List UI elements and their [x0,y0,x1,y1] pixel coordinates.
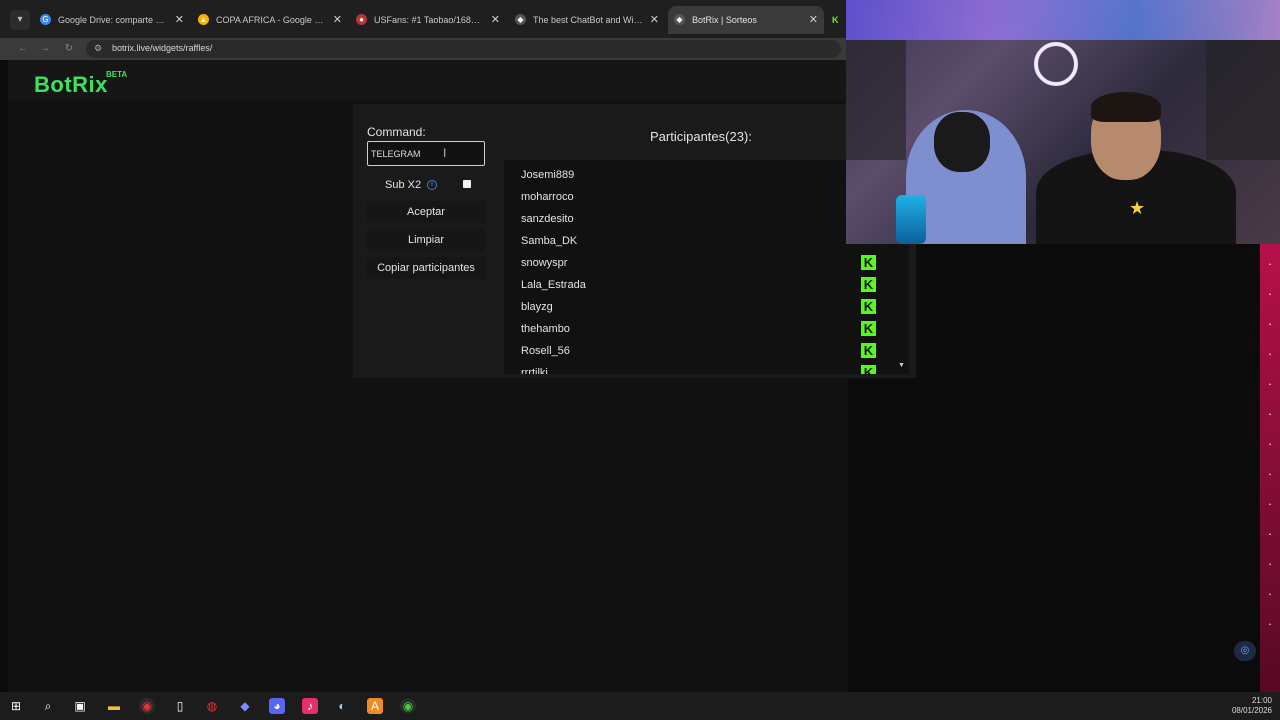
tab-search-button[interactable]: ▾ [10,10,30,30]
copy-participants-button[interactable]: Copiar participantes [367,257,485,279]
participant-name: Lala_Estrada [521,279,586,291]
tab-google-drive[interactable]: G Google Drive: comparte archivos ✕ [34,6,190,34]
tab-botrix-chatbot[interactable]: ◆ The best ChatBot and Widgets f ✕ [509,6,665,34]
app-icon[interactable]: ◆ [237,698,253,714]
ring-light [1034,42,1078,86]
start-icon[interactable]: ⊞ [8,698,24,714]
microphone [896,195,926,244]
search-icon[interactable]: ⌕ [40,698,56,714]
obs-icon[interactable]: ◍ [204,698,220,714]
tab-copa-africa[interactable]: ▲ COPA AFRICA - Google Drive ✕ [192,6,348,34]
participant-name: Rosell_56 [521,345,570,357]
botrix-icon: ◆ [674,14,685,25]
participant-name: Samba_DK [521,235,578,247]
kick-icon: K [861,343,876,358]
close-icon[interactable]: ✕ [491,6,500,34]
chrome-icon[interactable]: ◉ [139,698,155,714]
raffle-panel: Command: I Sub X2 i Aceptar Limpiar Copi… [353,104,916,378]
command-label: Command: [367,125,426,139]
app-icon[interactable]: A [367,698,383,714]
command-input[interactable] [367,141,485,166]
drive-icon: ▲ [198,14,209,25]
streamer-right-hair [1091,92,1161,122]
tiktok-icon[interactable]: ♪ [302,698,318,714]
participant-name: Josemi889 [521,169,575,181]
kick-icon: K [861,255,876,270]
clothing-rack [1206,40,1280,160]
scroll-down-icon[interactable]: ▼ [898,362,905,369]
google-icon: G [40,14,51,25]
system-clock[interactable]: 21:00 08/01/2026 [1232,696,1272,716]
clothing-rack [846,40,906,160]
close-icon[interactable]: ✕ [809,6,818,34]
webcam-overlay: ★ [846,0,1280,244]
clock-time: 21:00 [1251,696,1272,705]
clear-button[interactable]: Limpiar [367,229,485,251]
beta-badge: BETA [106,70,128,79]
back-icon[interactable]: ← [16,42,30,56]
text-cursor-icon: I [443,146,447,160]
steam-icon[interactable]: ◐ [334,698,350,714]
taskbar: ⊞ ⌕ ▣ ▬ ◉ ▯ ◍ ◆ ◕ ♪ ◐ A ◉ 21:00 08/01/20… [0,692,1280,720]
tab-title: The best ChatBot and Widgets f [533,15,643,25]
tab-title: Google Drive: comparte archivos [58,15,168,25]
reload-icon[interactable]: ↻ [62,42,76,56]
participant-name: rrrtilki [521,367,548,374]
tab-botrix-sorteos[interactable]: ◆ BotRix | Sorteos ✕ [668,6,824,34]
url-text: botrix.live/widgets/raffles/ [112,43,213,53]
participants-title: Participantes(23): [650,129,752,144]
file-icon[interactable]: ▯ [172,698,188,714]
sub-x2-label: Sub X2 [385,179,422,191]
tab-title: USFans: #1 Taobao/1688/Weidi [374,15,484,25]
botrix-icon: ◆ [515,14,526,25]
streamer-left-head [934,112,990,172]
close-icon[interactable]: ✕ [650,6,659,34]
tab-title: BotRix | Sorteos [692,15,757,25]
task-view-icon[interactable]: ▣ [72,698,88,714]
usfans-icon: ● [356,14,367,25]
chat-widget-icon[interactable]: ◎ [1234,641,1256,661]
participant-name: sanzdesito [521,213,574,225]
led-lights [846,0,1280,40]
clock-date: 08/01/2026 [1231,706,1272,715]
accept-button[interactable]: Aceptar [367,201,485,223]
participant-name: blayzg [521,301,553,313]
folder-icon[interactable]: ▬ [106,698,122,714]
tab-title: COPA AFRICA - Google Drive [216,15,326,25]
url-field[interactable]: ⚙ botrix.live/widgets/raffles/ [86,40,841,58]
sparkle-dots: • • • • • • • • • • • • • [1269,262,1271,628]
participant-name: moharroco [521,191,574,203]
discord-icon[interactable]: ◕ [269,698,285,714]
kick-icon: K [861,299,876,314]
close-icon[interactable]: ✕ [333,6,342,34]
chrome-icon[interactable]: ◉ [400,698,416,714]
participant-name: snowyspr [521,257,568,269]
botrix-logo[interactable]: BotRix [34,72,108,98]
app-header: BotRix BETA [8,60,848,100]
site-settings-icon[interactable]: ⚙ [94,43,102,54]
info-icon[interactable]: i [427,180,437,190]
star-icon: ★ [1129,198,1146,218]
forward-icon[interactable]: → [38,42,52,56]
kick-icon: K [861,321,876,336]
participant-name: thehambo [521,323,570,335]
close-icon[interactable]: ✕ [175,6,184,34]
sub-x2-checkbox[interactable] [463,180,471,188]
kick-icon: K [861,277,876,292]
tab-usfans[interactable]: ● USFans: #1 Taobao/1688/Weidi ✕ [350,6,506,34]
kick-icon: K [861,365,876,374]
kick-icon: K [832,15,839,25]
tab-kick[interactable]: K [826,6,846,34]
